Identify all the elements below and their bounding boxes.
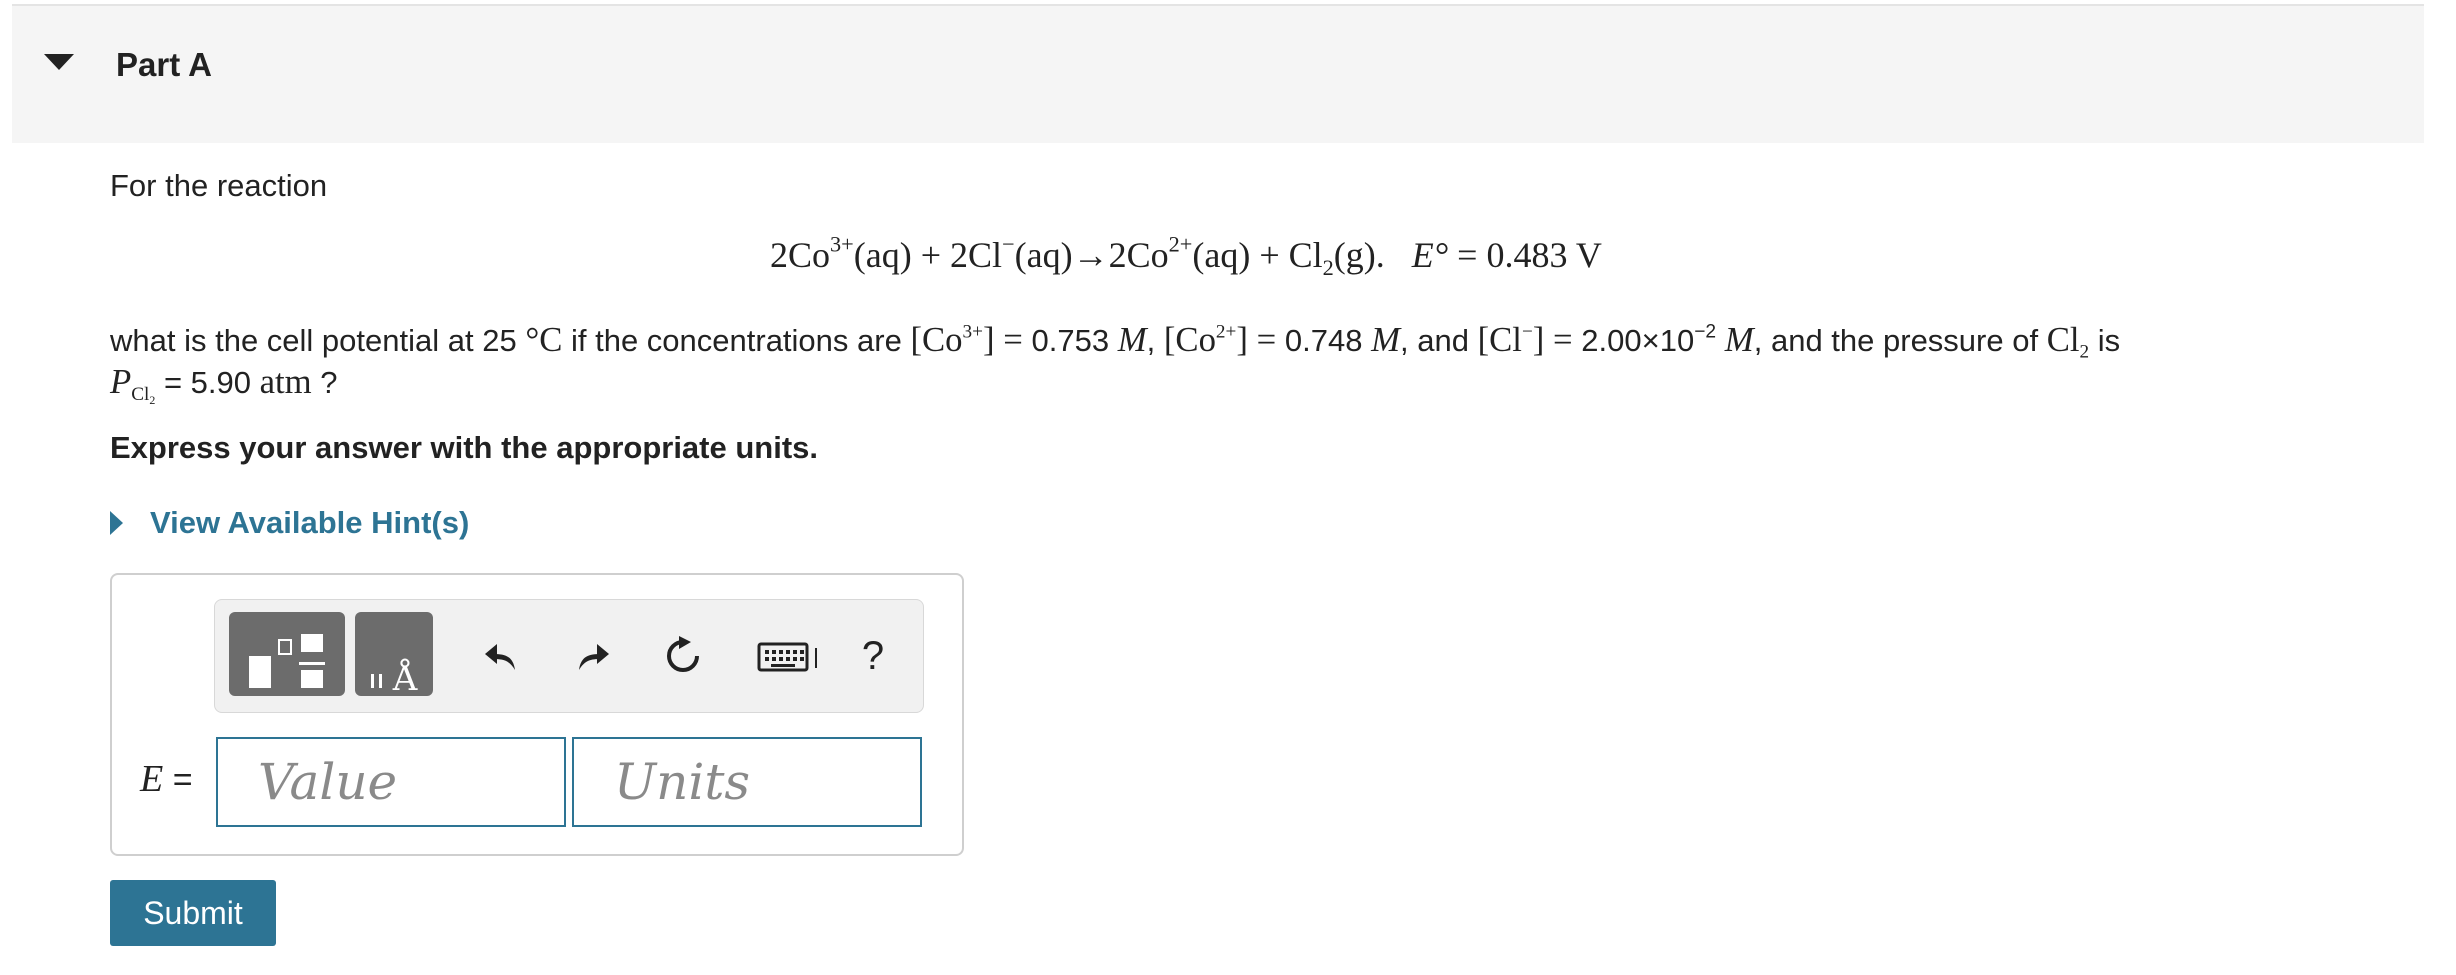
undo-button[interactable] <box>473 628 529 684</box>
keyboard-icon <box>757 642 817 672</box>
question-text-line-2: PCl2 = 5.90 atm ? <box>110 362 338 407</box>
undo-icon <box>485 644 515 670</box>
expand-triangle-icon <box>110 511 123 535</box>
part-title: Part A <box>116 46 212 83</box>
math-toolbar: Å ? <box>214 599 924 713</box>
view-hints-label: View Available Hint(s) <box>150 505 470 540</box>
part-header[interactable]: Part A <box>12 4 2424 143</box>
help-button[interactable]: ? <box>845 628 901 684</box>
submit-button[interactable]: Submit <box>110 880 276 946</box>
answer-label: E = <box>140 758 193 800</box>
answer-box: Å ? E = Value Units <box>110 573 964 856</box>
units-template-button[interactable]: Å <box>355 612 433 696</box>
view-hints-link[interactable]: View Available Hint(s) <box>110 505 469 541</box>
value-input[interactable] <box>216 737 566 827</box>
svg-text:Å: Å <box>392 658 418 696</box>
question-intro: For the reaction <box>110 168 328 203</box>
redo-button[interactable] <box>565 628 621 684</box>
units-template-icon: Å <box>371 658 418 696</box>
question-text-line-1: what is the cell potential at 25 °C if t… <box>110 320 2121 363</box>
collapse-triangle-icon[interactable] <box>44 54 74 70</box>
answer-instruction: Express your answer with the appropriate… <box>110 430 819 465</box>
reset-icon <box>667 636 699 672</box>
redo-icon <box>579 644 609 670</box>
reset-button[interactable] <box>655 628 711 684</box>
keyboard-button[interactable] <box>755 628 835 684</box>
fraction-template-icon <box>249 634 325 688</box>
reaction-equation: 2Co3+(aq) + 2Cl−(aq)→2Co2+(aq) + Cl2(g).… <box>770 231 1602 280</box>
fraction-template-button[interactable] <box>229 612 345 696</box>
units-input[interactable] <box>572 737 922 827</box>
